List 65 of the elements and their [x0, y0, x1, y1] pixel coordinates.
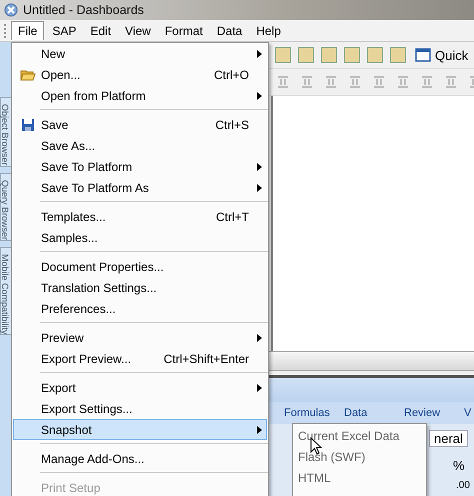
submenu-arrow-icon: [257, 92, 262, 100]
submenu-arrow-icon: [257, 184, 262, 192]
menu-entry[interactable]: Save To Platform: [13, 156, 267, 177]
toolbar-icon[interactable]: [275, 47, 291, 63]
toolbar-icon[interactable]: [344, 47, 360, 63]
number-format-field[interactable]: neral: [429, 430, 468, 447]
align-icon[interactable]: [371, 74, 387, 90]
menu-entry[interactable]: Preview: [13, 327, 267, 348]
align-icon[interactable]: [443, 74, 459, 90]
menu-entry[interactable]: Open... Ctrl+O: [13, 64, 267, 85]
save-icon: [20, 118, 34, 132]
menu-entry[interactable]: New: [13, 43, 267, 64]
menu-item[interactable]: SAP: [46, 22, 82, 40]
menu-entry[interactable]: HTML: [293, 468, 426, 489]
ribbon-tab[interactable]: V: [464, 407, 472, 419]
side-tab[interactable]: Query Browser: [0, 172, 12, 241]
menu-entry[interactable]: Export Preview... Ctrl+Shift+Enter: [13, 348, 267, 369]
submenu-arrow-icon: [257, 426, 262, 434]
menu-entry[interactable]: Translation Settings...: [13, 277, 267, 298]
menu-entry[interactable]: Open from Platform: [13, 85, 267, 106]
ribbon-tab[interactable]: Formulas: [284, 407, 344, 419]
submenu-arrow-icon: [257, 334, 262, 342]
toolbar-icon[interactable]: [390, 47, 406, 63]
menu-entry[interactable]: Save As...: [13, 135, 267, 156]
menu-item[interactable]: Edit: [84, 22, 118, 40]
ribbon-tab[interactable]: Data: [344, 407, 404, 419]
menu-entry[interactable]: Snapshot: [13, 419, 267, 440]
folder-icon: [20, 68, 36, 82]
toolbar-icon[interactable]: [321, 47, 337, 63]
app-icon: [4, 3, 18, 17]
menu-entry[interactable]: Preferences...: [13, 298, 267, 319]
submenu-arrow-icon: [257, 162, 262, 170]
percent-button[interactable]: %: [453, 458, 465, 473]
menu-entry[interactable]: Export Settings...: [13, 398, 267, 419]
menu-entry[interactable]: Save To Platform As: [13, 177, 267, 198]
menu-entry[interactable]: Templates... Ctrl+T: [13, 206, 267, 227]
menu-item[interactable]: Format: [158, 22, 209, 40]
side-tab[interactable]: Object Browser: [0, 97, 12, 167]
align-icon[interactable]: [323, 74, 339, 90]
menu-item[interactable]: Data: [210, 22, 248, 40]
side-tab[interactable]: Mobile Compatibility: [0, 246, 12, 336]
menu-entry[interactable]: Save Ctrl+S: [13, 114, 267, 135]
submenu-arrow-icon: [257, 50, 262, 58]
menu-entry[interactable]: Manage Add-Ons...: [13, 448, 267, 469]
align-icon[interactable]: [347, 74, 363, 90]
menu-item[interactable]: Help: [250, 22, 287, 40]
menu-entry[interactable]: Samples...: [13, 227, 267, 248]
toolbar-icon[interactable]: [367, 47, 383, 63]
toolbar-icon[interactable]: [298, 47, 314, 63]
panel-icon: [415, 48, 431, 62]
menu-entry[interactable]: Export: [13, 377, 267, 398]
align-icon[interactable]: [395, 74, 411, 90]
align-icon[interactable]: [275, 74, 291, 90]
menu-entry[interactable]: Flash (SWF): [293, 447, 426, 468]
decimal-button[interactable]: .00: [456, 480, 470, 492]
ribbon-tab[interactable]: Review: [404, 407, 464, 419]
window-title: Untitled - Dashboards: [23, 3, 144, 17]
menu-item[interactable]: File: [11, 21, 44, 40]
align-icon[interactable]: [299, 74, 315, 90]
menu-item[interactable]: View: [119, 22, 157, 40]
quick-button[interactable]: Quick: [413, 48, 470, 62]
align-icon[interactable]: [419, 74, 435, 90]
menu-entry[interactable]: Current Excel Data: [293, 426, 426, 447]
menu-entry[interactable]: Document Properties...: [13, 256, 267, 277]
submenu-arrow-icon: [257, 384, 262, 392]
